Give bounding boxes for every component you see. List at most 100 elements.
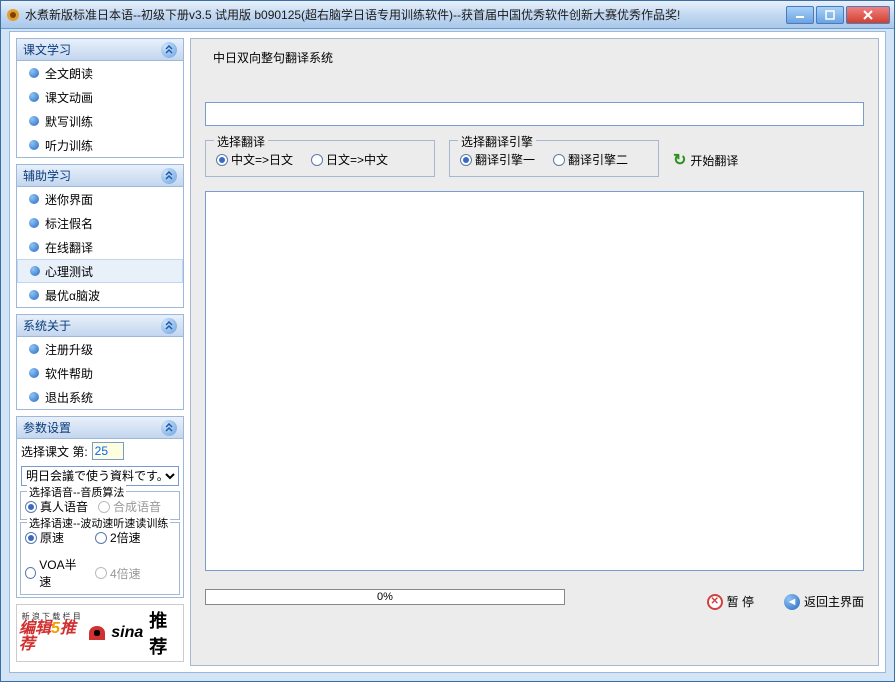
- sidebar-item-label: 软件帮助: [45, 365, 93, 382]
- engine-groupbox: 选择翻译引擎 翻译引擎一 翻译引擎二: [449, 140, 659, 177]
- stop-icon: ✕: [707, 594, 723, 610]
- sina-brand1: 编辑: [19, 620, 51, 637]
- section-params-title: 参数设置: [23, 419, 161, 436]
- radio-speed-4x: 4倍速: [95, 556, 155, 590]
- progress-bar: 0%: [205, 589, 565, 605]
- sidebar-item-label: 课文动画: [45, 89, 93, 106]
- section-params-header[interactable]: 参数设置: [17, 417, 183, 439]
- speed-legend: 选择语速--波动速听速读训练: [27, 515, 170, 531]
- sina-badge: 新 浪 下 载 栏 目 编辑5推荐: [19, 613, 83, 653]
- sina-logo: sina: [111, 624, 143, 642]
- radio-engine-2[interactable]: 翻译引擎二: [553, 151, 628, 168]
- sidebar-item-animation[interactable]: 课文动画: [17, 85, 183, 109]
- sidebar-item-label: 最优α脑波: [45, 287, 100, 304]
- sidebar-item-label: 在线翻译: [45, 239, 93, 256]
- section-assist-header[interactable]: 辅助学习: [17, 165, 183, 187]
- radio-speed-2x[interactable]: 2倍速: [95, 529, 155, 546]
- sidebar-item-translate[interactable]: 在线翻译: [17, 235, 183, 259]
- radio-label: 4倍速: [110, 565, 141, 582]
- window-title: 水煮新版标准日本语--初级下册v3.5 试用版 b090125(超右脑学日语专用…: [25, 6, 786, 23]
- sidebar-item-label: 默写训练: [45, 113, 93, 130]
- chevron-up-icon: [161, 42, 177, 58]
- panel-title: 中日双向整句翻译系统: [213, 49, 864, 66]
- window-controls: [786, 6, 890, 24]
- lesson-label: 选择课文 第:: [21, 443, 88, 460]
- radio-speed-1x[interactable]: 原速: [25, 529, 85, 546]
- main-area: 中日双向整句翻译系统 选择翻译 中文=>日文 日文=>中文 选择翻译引擎 翻译引…: [190, 32, 885, 672]
- bullet-icon: [30, 266, 40, 276]
- radio-icon: [25, 501, 37, 513]
- section-about: 系统关于 注册升级 软件帮助 退出系统: [16, 314, 184, 410]
- chevron-up-icon: [161, 168, 177, 184]
- sidebar-item-dictation[interactable]: 默写训练: [17, 109, 183, 133]
- bullet-icon: [29, 344, 39, 354]
- sidebar-item-label: 听力训练: [45, 137, 93, 154]
- sidebar-item-help[interactable]: 软件帮助: [17, 361, 183, 385]
- radio-icon: [311, 154, 323, 166]
- sidebar-item-read-aloud[interactable]: 全文朗读: [17, 61, 183, 85]
- sidebar-item-exit[interactable]: 退出系统: [17, 385, 183, 409]
- sidebar-item-listening[interactable]: 听力训练: [17, 133, 183, 157]
- close-button[interactable]: [846, 6, 890, 24]
- lesson-number-input[interactable]: [92, 442, 124, 460]
- voice-legend: 选择语音--音质算法: [27, 484, 126, 500]
- sidebar: 课文学习 全文朗读 课文动画 默写训练 听力训练 辅助学习 迷你界面 标注假名: [10, 32, 190, 672]
- section-about-header[interactable]: 系统关于: [17, 315, 183, 337]
- radio-engine-1[interactable]: 翻译引擎一: [460, 151, 535, 168]
- sidebar-item-label: 全文朗读: [45, 65, 93, 82]
- section-assist: 辅助学习 迷你界面 标注假名 在线翻译 心理测试 最优α脑波: [16, 164, 184, 308]
- radio-icon: [98, 501, 110, 513]
- radio-label: 真人语音: [40, 498, 88, 515]
- app-body: 课文学习 全文朗读 课文动画 默写训练 听力训练 辅助学习 迷你界面 标注假名: [9, 31, 886, 673]
- section-lesson-header[interactable]: 课文学习: [17, 39, 183, 61]
- bullet-icon: [29, 140, 39, 150]
- bullet-icon: [29, 218, 39, 228]
- radio-icon: [216, 154, 228, 166]
- radio-icon: [553, 154, 565, 166]
- radio-speed-voa[interactable]: VOA半速: [25, 556, 85, 590]
- pause-button[interactable]: ✕ 暂 停: [707, 583, 754, 610]
- radio-label: VOA半速: [39, 556, 85, 590]
- translation-output[interactable]: [205, 191, 864, 571]
- sidebar-item-mini-ui[interactable]: 迷你界面: [17, 187, 183, 211]
- radio-label: 原速: [40, 529, 64, 546]
- back-button[interactable]: ◄ 返回主界面: [784, 583, 864, 610]
- section-lesson-title: 课文学习: [23, 41, 161, 58]
- sina-num: 5: [51, 620, 60, 637]
- speed-groupbox: 选择语速--波动速听速读训练 原速 2倍速 VOA半速 4倍速: [20, 522, 180, 595]
- radio-label: 翻译引擎二: [568, 151, 628, 168]
- bullet-icon: [29, 290, 39, 300]
- start-translate-button[interactable]: ↻ 开始翻译: [673, 140, 738, 170]
- back-btn-label: 返回主界面: [804, 593, 864, 610]
- radio-cn-to-jp[interactable]: 中文=>日文: [216, 151, 293, 168]
- app-icon: [5, 7, 21, 23]
- radio-icon: [25, 567, 36, 579]
- bullet-icon: [29, 92, 39, 102]
- maximize-button[interactable]: [816, 6, 844, 24]
- bullet-icon: [29, 68, 39, 78]
- chevron-up-icon: [161, 318, 177, 334]
- sidebar-item-kana[interactable]: 标注假名: [17, 211, 183, 235]
- minimize-button[interactable]: [786, 6, 814, 24]
- sidebar-item-label: 标注假名: [45, 215, 93, 232]
- radio-jp-to-cn[interactable]: 日文=>中文: [311, 151, 388, 168]
- bullet-icon: [29, 368, 39, 378]
- titlebar[interactable]: 水煮新版标准日本语--初级下册v3.5 试用版 b090125(超右脑学日语专用…: [1, 1, 894, 29]
- radio-label: 合成语音: [113, 498, 161, 515]
- lesson-dropdown[interactable]: 明日会議で使う資料です。: [21, 466, 179, 486]
- sidebar-item-psychology[interactable]: 心理测试: [17, 259, 183, 283]
- chevron-up-icon: [161, 420, 177, 436]
- sina-promo[interactable]: 新 浪 下 载 栏 目 编辑5推荐 sina 推荐: [16, 604, 184, 662]
- radio-real-voice[interactable]: 真人语音: [25, 498, 88, 515]
- section-params: 参数设置 选择课文 第: 明日会議で使う資料です。 选择语音--音质算法 真人: [16, 416, 184, 598]
- sidebar-item-alpha-wave[interactable]: 最优α脑波: [17, 283, 183, 307]
- sidebar-item-label: 退出系统: [45, 389, 93, 406]
- pause-btn-label: 暂 停: [727, 593, 754, 610]
- bullet-icon: [29, 194, 39, 204]
- radio-label: 2倍速: [110, 529, 141, 546]
- source-text-input[interactable]: [205, 102, 864, 126]
- sidebar-item-label: 注册升级: [45, 341, 93, 358]
- section-lesson: 课文学习 全文朗读 课文动画 默写训练 听力训练: [16, 38, 184, 158]
- sidebar-item-register[interactable]: 注册升级: [17, 337, 183, 361]
- engine-legend: 选择翻译引擎: [458, 133, 536, 150]
